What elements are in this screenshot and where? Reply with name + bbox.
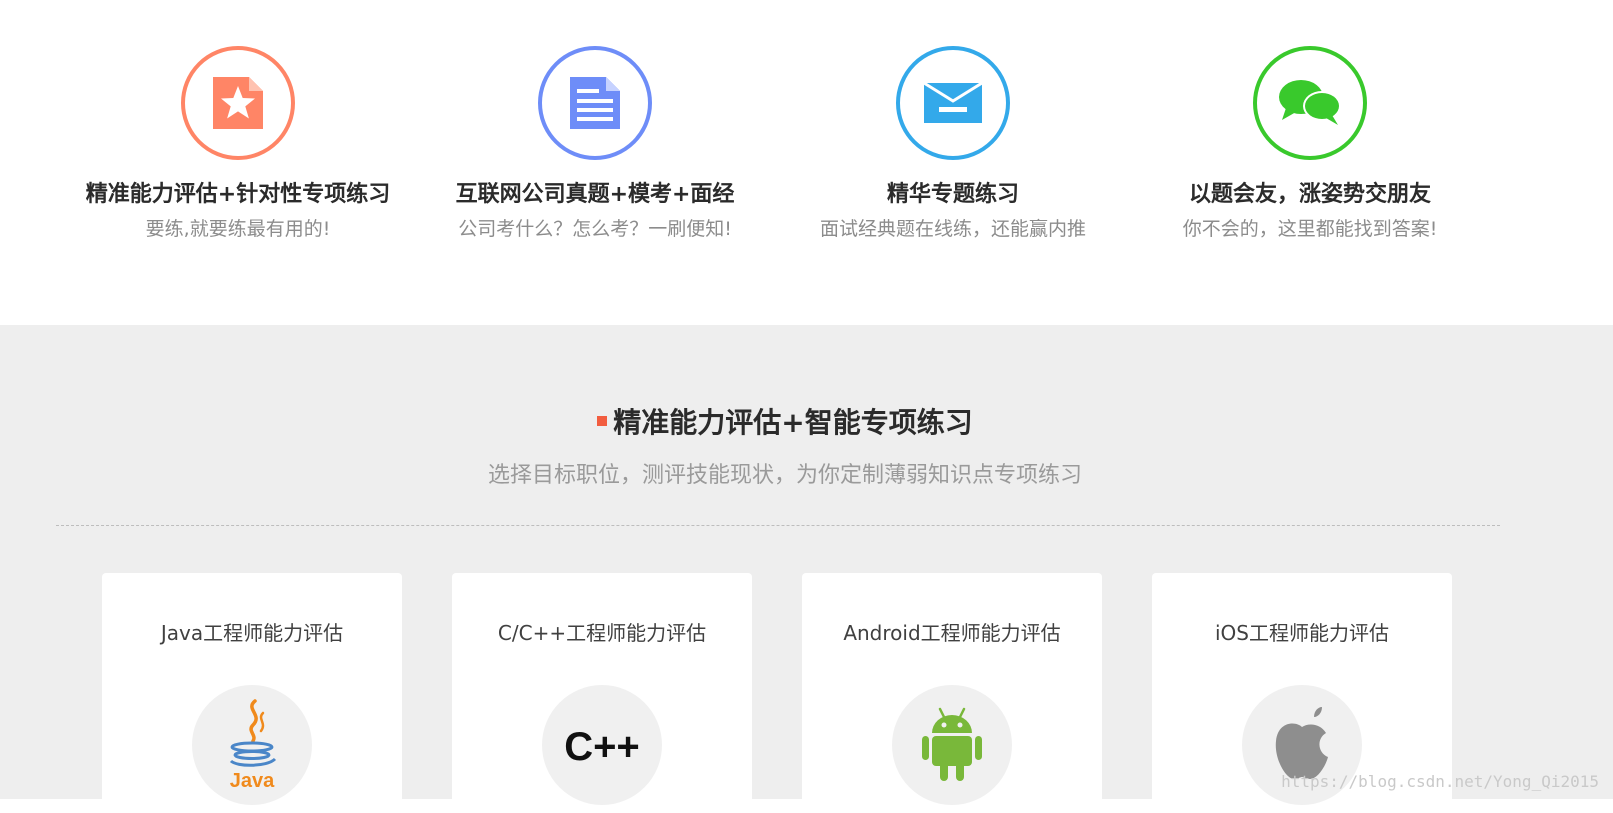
cpp-logo-icon: C++ — [564, 725, 640, 769]
document-icon — [570, 77, 620, 129]
feature-item-community[interactable]: 以题会友，涨姿势交朋友 你不会的，这里都能找到答案! — [1130, 46, 1490, 241]
android-logo-icon — [922, 707, 982, 781]
section-heading: 精准能力评估+智能专项练习 — [0, 401, 1570, 441]
feature-item-topic-practice[interactable]: 精华专题练习 面试经典题在线练，还能赢内推 — [773, 46, 1133, 241]
card-title: Android工程师能力评估 — [843, 621, 1061, 645]
feature-subtitle: 面试经典题在线练，还能赢内推 — [819, 218, 1086, 240]
card-title: C/C++工程师能力评估 — [497, 621, 707, 645]
feature-icon-circle — [538, 46, 652, 160]
feature-subtitle: 你不会的，这里都能找到答案! — [1182, 218, 1438, 240]
star-document-icon — [213, 77, 263, 129]
java-logo-icon: Java — [230, 699, 277, 792]
feature-title: 精华专题练习 — [886, 182, 1019, 207]
feature-subtitle: 公司考什么？怎么考？一刷便知! — [458, 218, 732, 240]
envelope-icon — [923, 81, 983, 123]
feature-icon-circle — [181, 46, 295, 160]
assessment-card-java[interactable]: Java工程师能力评估 Java — [102, 573, 402, 813]
logo-circle — [892, 685, 1012, 805]
watermark-url: https://blog.csdn.net/Yong_Qi2015 — [1281, 772, 1599, 791]
feature-item-assessment[interactable]: 精准能力评估+针对性专项练习 要练,就要练最有用的! — [58, 46, 418, 241]
logo-circle: Java — [192, 685, 312, 805]
assessment-card-android[interactable]: Android工程师能力评估 — [802, 573, 1102, 813]
feature-subtitle: 要练,就要练最有用的! — [145, 218, 331, 240]
heading-square-icon — [597, 416, 608, 426]
cpp-logo-text: C++ — [564, 725, 640, 769]
feature-title: 精准能力评估+针对性专项练习 — [85, 182, 391, 207]
feature-icon-circle — [896, 46, 1010, 160]
java-logo-text: Java — [230, 770, 275, 792]
logo-circle: C++ — [542, 685, 662, 805]
feature-row: 精准能力评估+针对性专项练习 要练,就要练最有用的! 互联网公司真题+模考+面经… — [0, 0, 1613, 325]
dotted-divider — [56, 525, 1500, 526]
feature-item-company-questions[interactable]: 互联网公司真题+模考+面经 公司考什么？怎么考？一刷便知! — [415, 46, 775, 241]
assessment-section: 精准能力评估+智能专项练习 选择目标职位，测评技能现状，为你定制薄弱知识点专项练… — [0, 325, 1613, 813]
card-title: Java工程师能力评估 — [160, 621, 344, 645]
section-subheading: 选择目标职位，测评技能现状，为你定制薄弱知识点专项练习 — [487, 463, 1082, 488]
card-title: iOS工程师能力评估 — [1215, 621, 1389, 645]
assessment-card-cpp[interactable]: C/C++工程师能力评估 C++ — [452, 573, 752, 813]
chat-bubbles-icon — [1279, 80, 1341, 125]
feature-icon-circle — [1253, 46, 1367, 160]
feature-title: 互联网公司真题+模考+面经 — [455, 182, 735, 207]
feature-title: 以题会友，涨姿势交朋友 — [1188, 182, 1431, 207]
section-heading-text: 精准能力评估+智能专项练习 — [613, 406, 973, 439]
